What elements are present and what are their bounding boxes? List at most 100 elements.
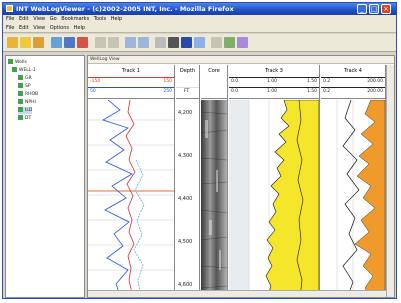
depth-track-name: Depth: [179, 68, 196, 74]
zoom-in-icon[interactable]: [125, 37, 136, 48]
copy-icon[interactable]: [95, 37, 106, 48]
scale-right: 1.00: [267, 89, 278, 94]
log-view-panel: WellLog View Track 1 -150 150 50 250 Dep…: [87, 55, 395, 298]
app-logo-icon: [6, 5, 13, 12]
print-icon[interactable]: [33, 37, 44, 48]
track-4: Track 4 0.2 200.00 0.2 200.00: [321, 65, 386, 297]
scale-extra: 1.50: [306, 79, 317, 84]
menu-file[interactable]: File: [6, 15, 14, 24]
scale-right: 200.00: [367, 89, 383, 94]
curve-icon: [18, 115, 23, 120]
tree-node[interactable]: RHOB: [18, 91, 38, 98]
scale-blue: 50 250: [88, 87, 174, 95]
tree-node[interactable]: WELL-1: [12, 67, 36, 74]
browser-menu-bar: File Edit View Go Bookmarks Tools Help: [3, 15, 396, 24]
paste-icon[interactable]: [108, 37, 119, 48]
scale-left: 0.2: [323, 79, 331, 84]
maximize-button[interactable]: □: [369, 4, 379, 14]
well-tree-panel: Wells WELL-1 GR SP RHOB NPHI ILD DT: [5, 55, 85, 298]
menu-help[interactable]: Help: [111, 15, 122, 24]
chart-icon[interactable]: [64, 37, 75, 48]
zoom-out-icon[interactable]: [138, 37, 149, 48]
vertical-scrollbar[interactable]: [386, 65, 394, 297]
tree-node[interactable]: DT: [18, 115, 31, 122]
app-menu-options[interactable]: Options: [50, 24, 69, 33]
track-3-header: Track 3 0.0 1.00 1.50 0.0 1.00 1.50: [229, 65, 319, 99]
track-4-header: Track 4 0.2 200.00 0.2 200.00: [321, 65, 385, 99]
tab-log-view[interactable]: WellLog View: [90, 57, 120, 62]
core-image: [201, 100, 227, 297]
tree-node[interactable]: SP: [18, 83, 31, 90]
table-icon[interactable]: [211, 37, 222, 48]
app-menu-view[interactable]: View: [33, 24, 45, 33]
track-3-name: Track 3: [265, 68, 283, 74]
core-track-name: Core: [208, 68, 220, 74]
track-1: Track 1 -150 150 50 250: [88, 65, 175, 297]
menu-tools[interactable]: Tools: [94, 15, 106, 24]
scale-red: -150 150: [88, 77, 174, 85]
minimize-button[interactable]: _: [357, 4, 367, 14]
track-4-curves: [336, 100, 385, 297]
tree-node[interactable]: GR: [18, 75, 32, 82]
horizontal-scrollbar[interactable]: [88, 290, 386, 297]
scale-left: -150: [90, 79, 101, 84]
track-1-header: Track 1 -150 150 50 250: [88, 65, 174, 99]
depth-track-header: Depth FT: [176, 65, 199, 99]
export-icon[interactable]: [77, 37, 88, 48]
title-bar: INT WebLogViewer - (c)2002-2005 INT, Inc…: [3, 3, 396, 15]
scale-row: 0.0 1.00 1.50: [229, 77, 319, 85]
app-menu-bar: File Edit View Options Help: [3, 24, 396, 33]
depth-unit: FT: [176, 87, 199, 95]
grid-icon[interactable]: [181, 37, 192, 48]
track-1-curves: [88, 100, 174, 297]
layout-icon[interactable]: [194, 37, 205, 48]
depth-label: 4,400: [178, 196, 193, 202]
scale-right: 1.00: [267, 79, 278, 84]
app-menu-file[interactable]: File: [6, 24, 14, 33]
depth-label: 4,500: [178, 239, 193, 245]
menu-edit[interactable]: Edit: [19, 15, 29, 24]
window-title: INT WebLogViewer - (c)2002-2005 INT, Inc…: [16, 5, 234, 13]
scale-row: 0.0 1.00 1.50: [229, 87, 319, 95]
depth-track: Depth FT 4,200 4,300 4,400 4,500 4,600: [176, 65, 200, 297]
track-icon[interactable]: [168, 37, 179, 48]
log-view-tabbar: WellLog View: [88, 56, 394, 64]
core-track-header: Core: [201, 65, 227, 99]
close-button[interactable]: ×: [381, 4, 391, 14]
depth-label: 4,300: [178, 153, 193, 159]
curve-icon: [18, 75, 23, 80]
scale-right: 250: [163, 89, 172, 94]
depth-label: 4,600: [178, 282, 193, 288]
scale-left: 0.2: [323, 89, 331, 94]
ruler-icon[interactable]: [155, 37, 166, 48]
back-icon[interactable]: [51, 37, 62, 48]
scale-right: 200.00: [367, 79, 383, 84]
menu-go[interactable]: Go: [50, 15, 57, 24]
scale-row: 0.2 200.00: [321, 87, 385, 95]
toolbar: [3, 34, 396, 52]
help-icon[interactable]: [237, 37, 248, 48]
tree-node[interactable]: Wells: [8, 59, 27, 66]
open-icon[interactable]: [7, 37, 18, 48]
track-1-name: Track 1: [122, 68, 140, 74]
tree-node-selected[interactable]: ILD: [18, 107, 33, 114]
curve-icon: [18, 99, 23, 104]
scale-left: 50: [90, 89, 96, 94]
menu-bookmarks[interactable]: Bookmarks: [61, 15, 89, 24]
curve-icon: [18, 91, 23, 96]
track-3-curves: [229, 100, 319, 297]
app-menu-edit[interactable]: Edit: [19, 24, 29, 33]
scale-right: 150: [163, 79, 172, 84]
tree-node[interactable]: NPHI: [18, 99, 36, 106]
core-image-track: Core: [201, 65, 228, 297]
save-icon[interactable]: [20, 37, 31, 48]
folder-icon: [8, 59, 13, 64]
well-icon: [12, 67, 17, 72]
track-3: Track 3 0.0 1.00 1.50 0.0 1.00 1.50: [229, 65, 320, 297]
app-menu-help[interactable]: Help: [74, 24, 85, 33]
info-icon[interactable]: [224, 37, 235, 48]
scale-row: 0.2 200.00: [321, 77, 385, 85]
depth-label: 4,200: [178, 110, 193, 116]
menu-view[interactable]: View: [33, 15, 45, 24]
curve-icon: [18, 107, 23, 112]
